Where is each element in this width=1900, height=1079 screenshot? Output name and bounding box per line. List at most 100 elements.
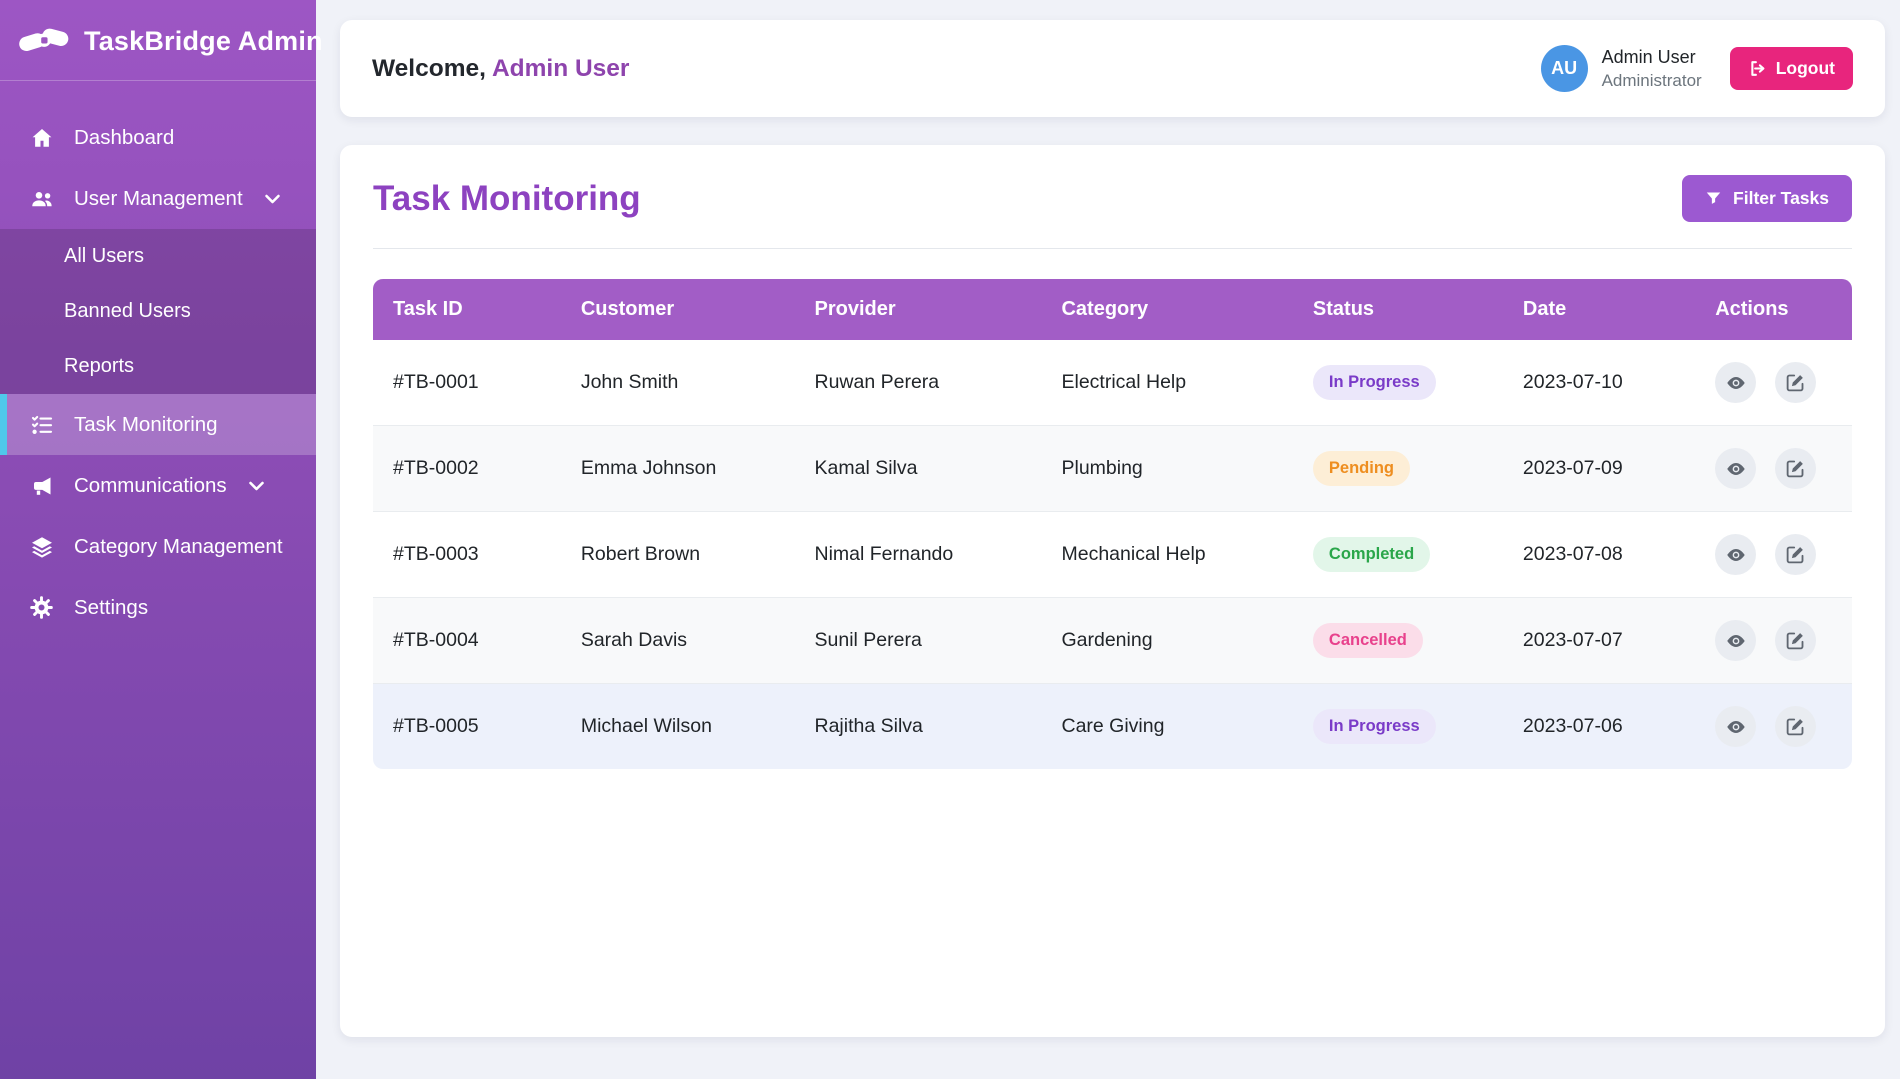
user-role: Administrator xyxy=(1602,71,1702,91)
customer-cell: Sarah Davis xyxy=(561,598,795,684)
table-row: #TB-0004 Sarah Davis Sunil Perera Garden… xyxy=(373,598,1852,684)
column-header-task-id: Task ID xyxy=(373,279,561,340)
home-icon xyxy=(26,124,57,151)
edit-task-button[interactable] xyxy=(1775,448,1816,489)
table-row: #TB-0002 Emma Johnson Kamal Silva Plumbi… xyxy=(373,426,1852,512)
view-task-button[interactable] xyxy=(1715,706,1756,747)
customer-cell: Robert Brown xyxy=(561,512,795,598)
eye-icon xyxy=(1725,630,1747,652)
sidebar-item-label: Dashboard xyxy=(74,126,174,150)
status-badge: In Progress xyxy=(1313,365,1436,400)
sidebar-item-dashboard[interactable]: Dashboard xyxy=(0,107,316,168)
handshake-icon xyxy=(18,22,72,60)
view-task-button[interactable] xyxy=(1715,620,1756,661)
customer-cell: Michael Wilson xyxy=(561,684,795,770)
tasks-table: Task ID Customer Provider Category Statu… xyxy=(373,279,1852,769)
welcome-user-name: Admin User xyxy=(492,55,630,82)
edit-icon xyxy=(1785,630,1806,651)
provider-cell: Kamal Silva xyxy=(795,426,1042,512)
sidebar-item-user-management[interactable]: User Management xyxy=(0,168,316,229)
actions-cell xyxy=(1695,512,1852,598)
task-id-cell: #TB-0004 xyxy=(373,598,561,684)
column-header-date: Date xyxy=(1503,279,1695,340)
status-cell: In Progress xyxy=(1293,340,1503,426)
welcome-message: Welcome,Admin User xyxy=(372,55,629,83)
date-cell: 2023-07-10 xyxy=(1503,340,1695,426)
users-icon xyxy=(26,185,57,212)
submenu-item-label: Banned Users xyxy=(64,300,191,322)
app-title: TaskBridge Admin xyxy=(84,26,323,57)
sidebar-item-label: Communications xyxy=(74,474,227,498)
sidebar-item-label: Category Management xyxy=(74,535,283,559)
provider-cell: Sunil Perera xyxy=(795,598,1042,684)
eye-icon xyxy=(1725,372,1747,394)
chevron-down-icon xyxy=(264,193,281,205)
task-id-cell: #TB-0002 xyxy=(373,426,561,512)
date-cell: 2023-07-07 xyxy=(1503,598,1695,684)
column-header-status: Status xyxy=(1293,279,1503,340)
view-task-button[interactable] xyxy=(1715,448,1756,489)
user-name: Admin User xyxy=(1602,47,1702,68)
sidebar-item-settings[interactable]: Settings xyxy=(0,577,316,638)
tasks-table-wrap: Task ID Customer Provider Category Statu… xyxy=(373,279,1852,769)
table-header-row: Task ID Customer Provider Category Statu… xyxy=(373,279,1852,340)
actions-cell xyxy=(1695,684,1852,770)
edit-icon xyxy=(1785,716,1806,737)
provider-cell: Rajitha Silva xyxy=(795,684,1042,770)
eye-icon xyxy=(1725,716,1747,738)
user-box: AU Admin User Administrator Logout xyxy=(1541,45,1853,92)
category-cell: Plumbing xyxy=(1041,426,1292,512)
category-cell: Electrical Help xyxy=(1041,340,1292,426)
sidebar-nav: Dashboard User Management All Users xyxy=(0,81,316,638)
checklist-icon xyxy=(26,411,57,438)
submenu-item-label: All Users xyxy=(64,245,144,267)
top-header-bar: Welcome,Admin User AU Admin User Adminis… xyxy=(340,20,1885,117)
layers-icon xyxy=(26,533,57,560)
task-id-cell: #TB-0003 xyxy=(373,512,561,598)
sidebar-item-label: Task Monitoring xyxy=(74,413,218,437)
edit-task-button[interactable] xyxy=(1775,362,1816,403)
status-badge: In Progress xyxy=(1313,709,1436,744)
column-header-actions: Actions xyxy=(1695,279,1852,340)
sidebar-item-task-monitoring[interactable]: Task Monitoring xyxy=(0,394,316,455)
user-info: Admin User Administrator xyxy=(1602,47,1702,91)
status-cell: Completed xyxy=(1293,512,1503,598)
category-cell: Mechanical Help xyxy=(1041,512,1292,598)
view-task-button[interactable] xyxy=(1715,362,1756,403)
content-area: Welcome,Admin User AU Admin User Adminis… xyxy=(316,0,1900,1037)
status-cell: In Progress xyxy=(1293,684,1503,770)
category-cell: Care Giving xyxy=(1041,684,1292,770)
sidebar-item-banned-users[interactable]: Banned Users xyxy=(0,284,316,339)
sidebar-item-reports[interactable]: Reports xyxy=(0,339,316,394)
sidebar-item-category-management[interactable]: Category Management xyxy=(0,516,316,577)
filter-tasks-button[interactable]: Filter Tasks xyxy=(1682,175,1852,222)
eye-icon xyxy=(1725,544,1747,566)
actions-cell xyxy=(1695,340,1852,426)
task-id-cell: #TB-0001 xyxy=(373,340,561,426)
view-task-button[interactable] xyxy=(1715,534,1756,575)
table-row: #TB-0003 Robert Brown Nimal Fernando Mec… xyxy=(373,512,1852,598)
gear-icon xyxy=(26,594,57,621)
table-row: #TB-0001 John Smith Ruwan Perera Electri… xyxy=(373,340,1852,426)
megaphone-icon xyxy=(26,472,57,499)
sidebar: TaskBridge Admin Dashboard User Manageme… xyxy=(0,0,316,1079)
edit-task-button[interactable] xyxy=(1775,706,1816,747)
actions-cell xyxy=(1695,426,1852,512)
chevron-down-icon xyxy=(248,480,265,492)
date-cell: 2023-07-08 xyxy=(1503,512,1695,598)
column-header-customer: Customer xyxy=(561,279,795,340)
app-brand: TaskBridge Admin xyxy=(0,0,316,81)
avatar: AU xyxy=(1541,45,1588,92)
status-cell: Pending xyxy=(1293,426,1503,512)
customer-cell: John Smith xyxy=(561,340,795,426)
edit-task-button[interactable] xyxy=(1775,534,1816,575)
funnel-icon xyxy=(1705,190,1722,207)
panel-header: Task Monitoring Filter Tasks xyxy=(373,175,1852,249)
status-badge: Cancelled xyxy=(1313,623,1423,658)
column-header-category: Category xyxy=(1041,279,1292,340)
logout-button[interactable]: Logout xyxy=(1730,47,1853,90)
sidebar-item-all-users[interactable]: All Users xyxy=(0,229,316,284)
page-title: Task Monitoring xyxy=(373,179,641,219)
sidebar-item-communications[interactable]: Communications xyxy=(0,455,316,516)
edit-task-button[interactable] xyxy=(1775,620,1816,661)
